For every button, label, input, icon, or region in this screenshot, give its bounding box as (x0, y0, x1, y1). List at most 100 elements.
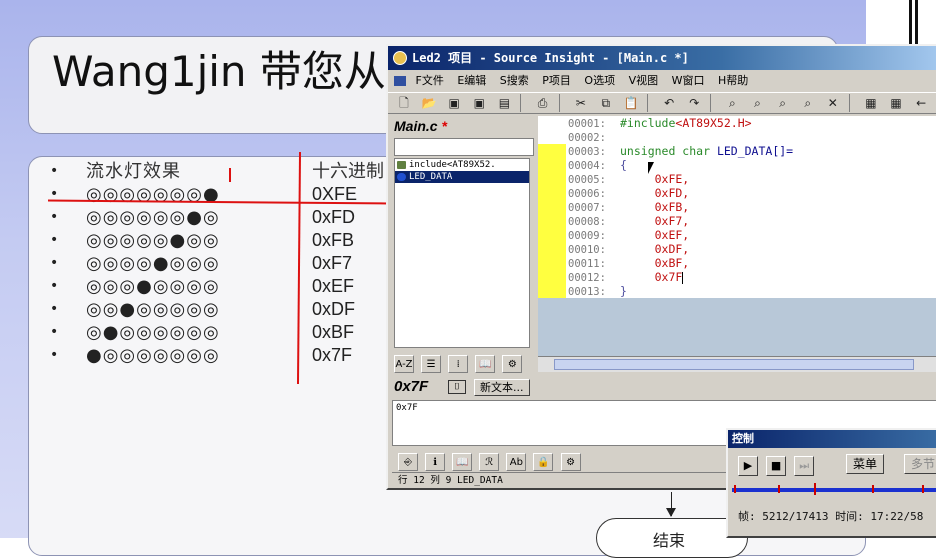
relation-icon[interactable]: ℛ (479, 453, 500, 471)
code-token: 0xFE, (620, 172, 690, 186)
symbol-item-label: include<AT89X52. (409, 160, 496, 170)
line-number: 00003: (568, 146, 606, 158)
menu-search[interactable]: S搜索 (500, 71, 529, 91)
menu-help[interactable]: H帮助 (718, 71, 748, 91)
code-line[interactable]: 00006: 0xFD, (568, 186, 793, 200)
source-insight-window: Led2 项目 - Source Insight - [Main.c *] F文… (386, 44, 936, 490)
new-file-icon[interactable]: 🗋 (395, 94, 413, 112)
code-line[interactable]: 00007: 0xFB, (568, 200, 793, 214)
book-icon[interactable]: 📖 (452, 453, 473, 471)
sort-az-icon[interactable]: A-Z (394, 355, 414, 373)
open-folder-icon[interactable]: 📂 (420, 94, 438, 112)
jump-icon[interactable]: ⎆ (398, 453, 418, 471)
led-row: • ◎◎◎◎◎◎●◎ 0xFD (50, 206, 390, 229)
undo-icon[interactable]: ↶ (660, 94, 678, 112)
context-lock-icon[interactable]: ⌷ (448, 380, 466, 394)
rename-icon[interactable]: Ab (506, 453, 527, 471)
control-menu-button[interactable]: 菜单 (846, 454, 885, 474)
led-pattern: ◎◎◎◎●◎◎◎ (86, 253, 220, 274)
lock-icon[interactable]: 🔒 (533, 453, 554, 471)
playback-timeline[interactable] (732, 483, 936, 495)
bullet-icon: • (50, 232, 59, 248)
symbol-list: include<AT89X52. LED_DATA (394, 158, 530, 348)
xref-icon[interactable]: ✕ (824, 94, 842, 112)
scrollbar-thumb[interactable] (554, 359, 914, 370)
bullet-icon: • (50, 209, 59, 225)
menu-options[interactable]: O选项 (584, 71, 615, 91)
cut-icon[interactable]: ✂ (572, 94, 590, 112)
include-icon (397, 161, 406, 169)
line-number: 00004: (568, 160, 606, 172)
code-line[interactable]: 00013:} (568, 284, 793, 298)
led-header-label: 流水灯效果 (86, 161, 181, 182)
hex-value: 0x7F (312, 345, 353, 365)
code-editor[interactable]: 00001: #include<AT89X52.H> 00002: 00003: uns… (538, 116, 936, 298)
save-icon[interactable]: ▣ (445, 94, 463, 112)
code-token: } (620, 284, 627, 298)
control-section-button[interactable]: 多节 (904, 454, 936, 474)
line-number: 00001: (568, 118, 606, 130)
menu-edit[interactable]: E编辑 (457, 71, 486, 91)
document-menu-icon[interactable] (394, 76, 406, 86)
symbol-file-name: Main.c (394, 118, 438, 134)
book-icon[interactable]: 📖 (475, 355, 496, 373)
skip-icon[interactable]: ⏭ (794, 456, 815, 476)
play-icon[interactable]: ▶ (738, 456, 758, 476)
back-arrow-icon[interactable]: ← (912, 94, 930, 112)
bookmark-next-icon[interactable]: ▦ (887, 94, 905, 112)
control-title[interactable]: 控制 (728, 430, 936, 448)
code-line[interactable]: 00009: 0xEF, (568, 228, 793, 242)
code-token: #include (620, 116, 676, 130)
toolbar-separator (520, 94, 526, 112)
stop-icon[interactable]: ■ (766, 456, 787, 476)
code-line[interactable]: 00001: #include<AT89X52.H> (568, 116, 793, 130)
find-icon[interactable]: ⌕ (723, 94, 741, 112)
code-line[interactable]: 00011: 0xBF, (568, 256, 793, 270)
print-icon[interactable]: ⎙ (534, 94, 552, 112)
code-line[interactable]: 00012: 0x7F (568, 270, 793, 284)
timeline-position[interactable] (814, 483, 816, 495)
settings-icon[interactable]: ⚙ (560, 453, 581, 471)
symbol-info-icon[interactable]: ℹ (425, 453, 446, 471)
code-line[interactable]: 00003: unsigned char LED_DATA[]= (568, 144, 793, 158)
symbol-item-led-data[interactable]: LED_DATA (395, 171, 529, 183)
save-all-icon[interactable]: ▤ (495, 94, 513, 112)
code-line[interactable]: 00004: { (568, 158, 793, 172)
redo-icon[interactable]: ↷ (685, 94, 703, 112)
code-line[interactable]: 00002: (568, 130, 793, 144)
horizontal-scrollbar[interactable] (538, 356, 936, 372)
flowchart-arrow (666, 492, 676, 517)
led-table-header: • 流水灯效果 十六进制 (50, 160, 390, 183)
find-next-icon[interactable]: ⌕ (749, 94, 767, 112)
menu-window[interactable]: W窗口 (672, 71, 705, 91)
modified-mark: * (441, 118, 447, 134)
find-prev-icon[interactable]: ⌕ (774, 94, 792, 112)
replace-icon[interactable]: ⌕ (799, 94, 817, 112)
code-line[interactable]: 00010: 0xDF, (568, 242, 793, 256)
led-pattern: ◎●◎◎◎◎◎◎ (86, 322, 220, 343)
copy-icon[interactable]: ⧉ (597, 94, 615, 112)
symbol-item-include[interactable]: include<AT89X52. (395, 159, 529, 171)
code-line[interactable]: 00005: 0xFE, (568, 172, 793, 186)
settings-icon[interactable]: ⚙ (502, 355, 523, 373)
line-number: 00013: (568, 286, 606, 298)
line-number: 00012: (568, 272, 606, 284)
code-line[interactable]: 00008: 0xF7, (568, 214, 793, 228)
frame-time-info: 帧: 5212/17413 时间: 17:22/58 (738, 510, 924, 523)
bookmark-icon[interactable]: ▦ (862, 94, 880, 112)
new-text-button[interactable]: 新文本... (474, 379, 530, 396)
menu-view[interactable]: V视图 (629, 71, 659, 91)
paste-icon[interactable]: 📋 (622, 94, 640, 112)
save-as-icon[interactable]: ▣ (470, 94, 488, 112)
code-token: 0xDF, (620, 242, 690, 256)
menu-file[interactable]: F文件 (416, 71, 444, 91)
category-icon[interactable]: ⁞ (448, 355, 469, 373)
hex-value: 0xFD (312, 207, 356, 227)
symbol-search-input[interactable] (394, 138, 534, 156)
led-pattern: ◎◎◎◎◎◎●◎ (86, 207, 220, 228)
menu-project[interactable]: P项目 (542, 71, 571, 91)
list-view-icon[interactable]: ☰ (421, 355, 442, 373)
code-token: { (620, 158, 627, 172)
window-titlebar[interactable]: Led2 项目 - Source Insight - [Main.c *] (388, 46, 936, 70)
code-token: 0xEF, (620, 228, 690, 242)
